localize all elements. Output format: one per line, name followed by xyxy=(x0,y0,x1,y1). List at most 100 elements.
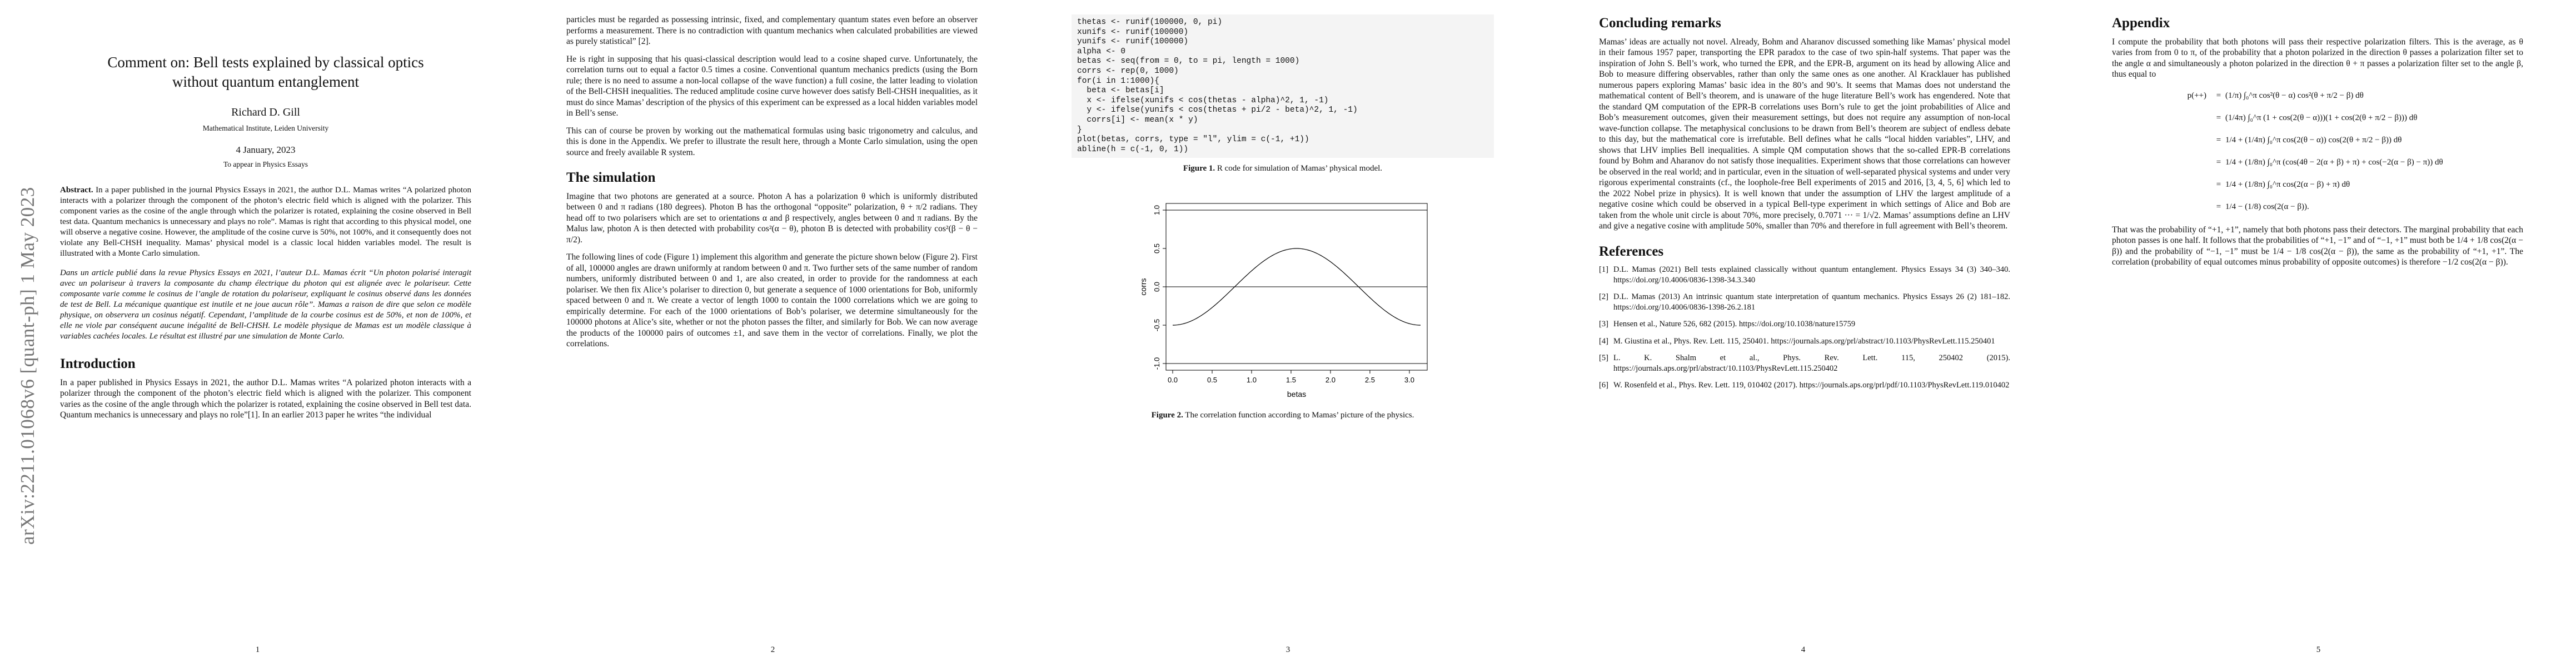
page-5-column: Appendix I compute the probability that … xyxy=(2112,14,2523,275)
equation-rel: = xyxy=(2216,135,2221,145)
x-tick-label: 3.0 xyxy=(1404,376,1414,384)
correlation-chart: 0.0 0.5 1.0 1.5 2.0 2.5 3.0 -1.0 -0.5 0.0 0.5 1.0 be… xyxy=(1139,203,1428,399)
equation-rel: = xyxy=(2216,180,2221,189)
y-tick-label: 1.0 xyxy=(1153,205,1161,215)
equation-rhs: 1/4 + (1/4π) ∫₀^π cos(2(θ − α)) cos(2(θ … xyxy=(2225,135,2402,145)
paragraph: Imagine that two photons are generated a… xyxy=(566,191,978,245)
appear-note: To appear in Physics Essays xyxy=(223,160,308,168)
y-axis-label: corrs xyxy=(1139,278,1148,295)
page-4: Concluding remarks Mamas’ ideas are actu… xyxy=(1546,0,2061,667)
arxiv-stamp: arXiv:2211.01068v6 [quant-ph] 1 May 2023 xyxy=(17,187,38,545)
equation-rel: = xyxy=(2216,157,2221,167)
section-heading: The simulation xyxy=(566,170,656,185)
equation-row: = 1/4 + (1/8π) ∫₀^π cos(2(α − β) + π) dθ xyxy=(2112,176,2523,195)
equation-rhs: 1/4 + (1/8π) ∫₀^π (cos(4θ − 2(α + β) + π… xyxy=(2225,157,2443,167)
equation-rel: = xyxy=(2216,202,2221,211)
paper-title: Comment on: Bell tests explained by clas… xyxy=(107,54,424,90)
reference-text: D.L. Mamas (2021) Bell tests explained c… xyxy=(1613,265,2010,285)
reference-number: [3] xyxy=(1599,320,1608,328)
equation-rel: = xyxy=(2216,113,2221,122)
figure-2: 0.0 0.5 1.0 1.5 2.0 2.5 3.0 -1.0 -0.5 0.0 0.5 1.0 be… xyxy=(1072,193,1494,405)
reference-item: [5] L. K. Shalm et al., Phys. Rev. Lett. … xyxy=(1599,353,2010,374)
date: 4 January, 2023 xyxy=(236,145,296,155)
reference-item: [3] Hensen et al., Nature 526, 682 (2015)… xyxy=(1599,319,2010,330)
page-number: 1 xyxy=(255,645,260,654)
x-tick-label: 0.5 xyxy=(1207,376,1217,384)
reference-item: [2] D.L. Mamas (2013) An intrinsic quantu… xyxy=(1599,292,2010,312)
equation-rel: = xyxy=(2216,91,2221,100)
reference-text: L. K. Shalm et al., Phys. Rev. Lett. 115… xyxy=(1613,354,2010,373)
paragraph: In a paper published in Physics Essays i… xyxy=(60,377,471,420)
paragraph: I compute the probability that both phot… xyxy=(2112,37,2523,79)
reference-text: Hensen et al., Nature 526, 682 (2015). h… xyxy=(1613,320,1856,328)
section-heading: References xyxy=(1599,243,1664,259)
equation-row: = 1/4 + (1/8π) ∫₀^π (cos(4θ − 2(α + β) + … xyxy=(2112,153,2523,172)
code-line: y <- ifelse(yunifs < cos(thetas + pi/2 -… xyxy=(1077,106,1358,115)
page-2-column: particles must be regarded as possessing… xyxy=(566,14,978,356)
resume: Dans un article publié dans la revue Phy… xyxy=(60,268,471,341)
page-2: particles must be regarded as possessing… xyxy=(515,0,1030,667)
section-heading: Appendix xyxy=(2112,16,2170,31)
equation-row: = 1/4 − (1/8) cos(2(α − β)). xyxy=(2112,198,2523,217)
code-line: x <- ifelse(xunifs < cos(thetas - alpha)… xyxy=(1077,96,1329,105)
y-tick-label: 0.0 xyxy=(1153,282,1161,292)
reference-text: D.L. Mamas (2013) An intrinsic quantum s… xyxy=(1613,292,2010,312)
y-tick-label: -0.5 xyxy=(1153,319,1161,331)
reference-number: [5] xyxy=(1599,354,1608,362)
equation-row: = 1/4 + (1/4π) ∫₀^π cos(2(θ − α)) cos(2(θ… xyxy=(2112,131,2523,150)
reference-text: W. Rosenfeld et al., Phys. Rev. Lett. 11… xyxy=(1613,381,2010,390)
code-block: thetas <- runif(100000, 0, pi) xunifs <- … xyxy=(1072,14,1494,158)
code-line: betas <- seq(from = 0, to = pi, length =… xyxy=(1077,57,1300,66)
y-tick-label: -1.0 xyxy=(1153,357,1161,370)
x-tick-label: 2.5 xyxy=(1365,376,1375,384)
x-tick-label: 1.0 xyxy=(1247,376,1257,384)
page-4-column: Concluding remarks Mamas’ ideas are actu… xyxy=(1599,14,2010,397)
page-number: 4 xyxy=(1801,645,1806,654)
section-heading: Introduction xyxy=(60,356,136,371)
figure-2-caption: Figure 2. The correlation function accor… xyxy=(1151,410,1414,420)
code-line: thetas <- runif(100000, 0, pi) xyxy=(1077,18,1223,27)
page-1-column: Comment on: Bell tests explained by clas… xyxy=(60,22,471,427)
reference-number: [1] xyxy=(1599,265,1608,274)
code-line: for(i in 1:1000){ xyxy=(1077,76,1159,86)
affiliation: Mathematical Institute, Leiden Universit… xyxy=(202,123,329,132)
page-number: 3 xyxy=(1285,645,1291,654)
equation-rhs: 1/4 − (1/8) cos(2(α − β)). xyxy=(2225,202,2309,211)
reference-item: [6] W. Rosenfeld et al., Phys. Rev. Lett.… xyxy=(1599,380,2010,391)
paragraph: The following lines of code (Figure 1) i… xyxy=(566,252,978,349)
equation-row: p(++) = (1/π) ∫₀^π cos²(θ − α) cos²(θ + π/… xyxy=(2112,87,2523,106)
paragraph: particles must be regarded as possessing… xyxy=(566,15,978,46)
section-heading: Concluding remarks xyxy=(1599,16,1721,31)
reference-item: [4] M. Giustina et al., Phys. Rev. Lett. … xyxy=(1599,336,2010,347)
author: Richard D. Gill xyxy=(231,106,300,118)
code-line: beta <- betas[i] xyxy=(1077,86,1164,96)
equation-rhs: (1/4π) ∫₀^π (1 + cos(2(θ − α)))(1 + cos(… xyxy=(2225,113,2418,122)
equation-rhs: (1/π) ∫₀^π cos²(θ − α) cos²(θ + π/2 − β)… xyxy=(2225,91,2364,100)
y-tick-label: 0.5 xyxy=(1153,243,1161,253)
page-number: 5 xyxy=(2316,645,2321,654)
reference-number: [6] xyxy=(1599,381,1608,390)
x-tick-label: 2.0 xyxy=(1326,376,1336,384)
code-line: alpha <- 0 xyxy=(1077,47,1126,56)
equation-row: = (1/4π) ∫₀^π (1 + cos(2(θ − α)))(1 + cos… xyxy=(2112,109,2523,128)
reference-item: [1] D.L. Mamas (2021) Bell tests explaine… xyxy=(1599,265,2010,285)
page-3-column: thetas <- runif(100000, 0, pi) xunifs <- … xyxy=(1072,14,1494,421)
x-tick-label: 0.0 xyxy=(1168,376,1178,384)
reference-list: [1] D.L. Mamas (2021) Bell tests explaine… xyxy=(1599,265,2010,391)
reference-number: [2] xyxy=(1599,292,1608,301)
page-1: arXiv:2211.01068v6 [quant-ph] 1 May 2023… xyxy=(0,0,515,667)
paragraph: That was the probability of “+1, +1”, na… xyxy=(2112,225,2523,267)
equation-block: p(++) = (1/π) ∫₀^π cos²(θ − α) cos²(θ + π/… xyxy=(2112,87,2523,217)
equation-lhs: p(++) xyxy=(2187,91,2206,100)
code-line: plot(betas, corrs, type = "l", ylim = c(… xyxy=(1077,135,1309,145)
reference-text: M. Giustina et al., Phys. Rev. Lett. 115… xyxy=(1613,336,1995,346)
reference-number: [4] xyxy=(1599,336,1608,346)
x-axis-label: betas xyxy=(1287,390,1306,399)
paragraph: Mamas’ ideas are actually not novel. Alr… xyxy=(1599,37,2010,231)
paragraph: This can of course be proven by working … xyxy=(566,126,978,157)
code-line: corrs <- rep(0, 1000) xyxy=(1077,66,1179,76)
x-tick-label: 1.5 xyxy=(1286,376,1296,384)
code-line: xunifs <- runif(100000) xyxy=(1077,27,1189,37)
code-line: abline(h = c(-1, 0, 1)) xyxy=(1077,145,1189,154)
equation-rhs: 1/4 + (1/8π) ∫₀^π cos(2(α − β) + π) dθ xyxy=(2225,180,2350,189)
